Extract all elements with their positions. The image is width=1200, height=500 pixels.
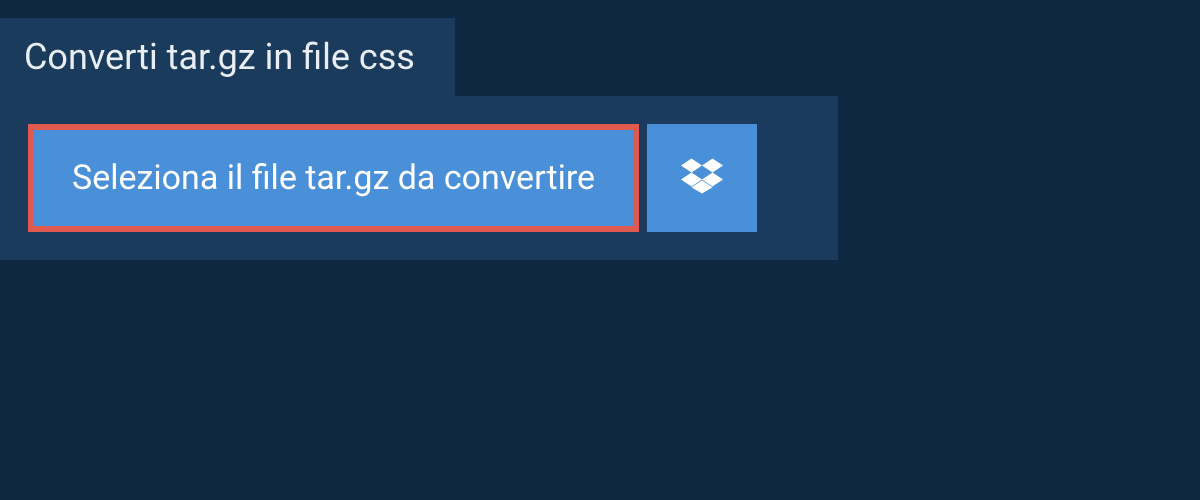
dropbox-button[interactable] (647, 124, 757, 232)
select-file-label: Seleziona il file tar.gz da convertire (72, 158, 595, 198)
select-file-button[interactable]: Seleziona il file tar.gz da convertire (28, 124, 639, 232)
upload-panel: Seleziona il file tar.gz da convertire (0, 96, 838, 260)
button-row: Seleziona il file tar.gz da convertire (28, 124, 810, 232)
tab-header: Converti tar.gz in file css (0, 18, 455, 96)
page-title: Converti tar.gz in file css (24, 36, 415, 78)
dropbox-icon (681, 155, 723, 201)
